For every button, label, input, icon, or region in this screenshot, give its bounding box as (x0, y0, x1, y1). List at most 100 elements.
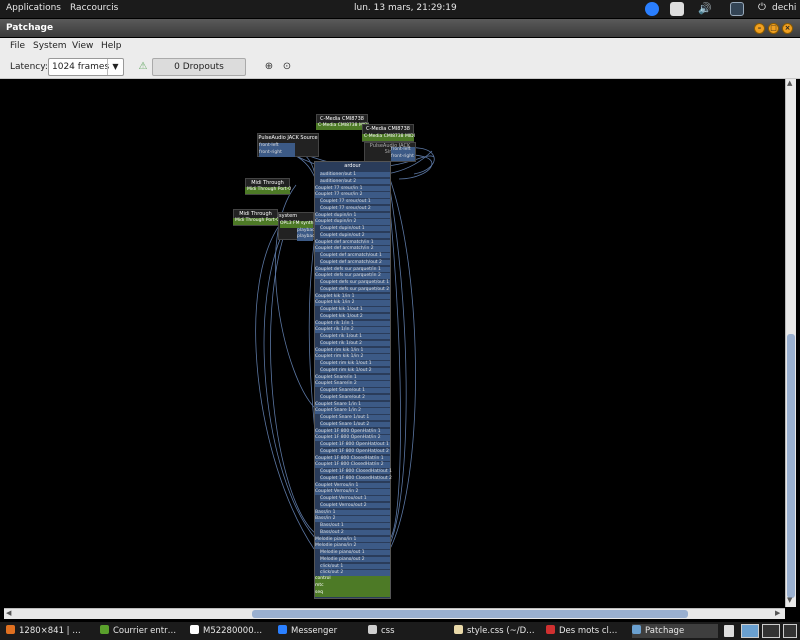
ardour-port[interactable]: Couplet 1F 800 ClosedHat/in 2 (315, 461, 390, 468)
ardour-port[interactable]: Couplet def arcmatch/in 1 (315, 238, 390, 245)
scroll-right-icon[interactable]: ▶ (775, 609, 780, 617)
ardour-port[interactable]: Couplet Snare/in 1 (315, 373, 390, 380)
port-front-left[interactable]: front-left (391, 147, 415, 154)
midi-port[interactable]: C-Media CMI8738 MIDI (362, 134, 415, 141)
port-front-left[interactable]: front-left (259, 143, 295, 150)
ardour-midi-port[interactable]: seq (315, 590, 390, 597)
taskbar-item[interactable]: css (368, 624, 448, 638)
ardour-port[interactable]: Couplet Snare 1/in 2 (315, 407, 390, 414)
ardour-port[interactable]: Couplet def arcmatch/out 1 (320, 252, 390, 259)
ardour-port[interactable]: Couplet rim kik 1/out 1 (320, 360, 390, 367)
clear-dropouts-icon[interactable]: ⚠ (136, 60, 150, 74)
minimize-button[interactable]: – (754, 23, 765, 34)
ardour-port[interactable]: click/out 2 (320, 569, 390, 576)
ardour-port[interactable]: Couplet Verrou/in 2 (315, 488, 390, 495)
playback-2-port[interactable]: playback_2 (297, 234, 322, 241)
maximize-button[interactable]: □ (768, 23, 779, 34)
ardour-port[interactable]: Couplet rik 1/out 1 (320, 333, 390, 340)
ardour-port[interactable]: Couplet kik 1/in 2 (315, 299, 390, 306)
taskbar-item[interactable]: Messenger (278, 624, 362, 638)
ardour-port[interactable]: Couplet kik 1/out 1 (320, 306, 390, 313)
ardour-port[interactable]: Couplet 77 sreur/in 1 (315, 184, 390, 191)
ardour-port[interactable]: Couplet 77 sreur/out 2 (320, 204, 390, 211)
pulseaudio-source-node[interactable]: PulseAudio JACK Source front-left front-… (257, 133, 319, 157)
zoom-in-icon[interactable]: ⊕ (262, 60, 276, 74)
user-name[interactable]: dechi (772, 3, 796, 13)
workspace-3[interactable] (783, 624, 797, 638)
ardour-port[interactable]: Couplet Snare 1/out 1 (320, 414, 390, 421)
close-button[interactable]: × (782, 23, 793, 34)
ardour-port[interactable]: Couplet defs sur parquet/in 2 (315, 272, 390, 279)
power-icon[interactable]: ⏻ (758, 2, 766, 13)
vertical-scrollbar[interactable]: ▲ ▼ (785, 79, 796, 607)
ardour-port[interactable]: Couplet defs sur parquet/in 1 (315, 265, 390, 272)
ardour-port[interactable]: Couplet def arcmatch/out 2 (320, 258, 390, 265)
ardour-port[interactable]: click/out 1 (320, 562, 390, 569)
ardour-port[interactable]: Couplet Verrou/out 2 (320, 501, 390, 508)
ardour-port[interactable]: Couplet dupin/out 1 (320, 225, 390, 232)
opl3-port[interactable]: OPL3 FM synth (280, 221, 313, 228)
pulseaudio-sink-node[interactable]: PulseAudio JACK Sink front-left front-ri… (364, 142, 416, 162)
ardour-port[interactable]: Couplet Snare 1/in 1 (315, 400, 390, 407)
ardour-port[interactable]: Couplet rik 1/in 1 (315, 319, 390, 326)
ardour-port[interactable]: Couplet Verrou/out 1 (320, 495, 390, 502)
ardour-port[interactable]: Couplet Snare/out 1 (320, 387, 390, 394)
ardour-port[interactable]: Couplet 77 sreur/out 1 (320, 198, 390, 205)
ardour-port[interactable]: Melodie piano/in 1 (315, 535, 390, 542)
vertical-scroll-thumb[interactable] (787, 334, 795, 598)
ardour-port[interactable]: Bass/in 2 (315, 515, 390, 522)
zoom-normal-icon[interactable]: ⊙ (280, 60, 294, 74)
raccourcis-menu[interactable]: Raccourcis (70, 3, 118, 13)
ardour-port[interactable]: Melodie piano/in 2 (315, 542, 390, 549)
ardour-node[interactable]: ardour auditioner/out 1 auditioner/out 2C… (314, 161, 392, 599)
window-titlebar[interactable]: Patchage – □ × (0, 19, 800, 37)
workspace-2[interactable] (762, 624, 780, 638)
ardour-port[interactable]: Couplet 77 sreur/in 2 (315, 191, 390, 198)
ardour-port[interactable]: Couplet rim kik 1/out 2 (320, 366, 390, 373)
messenger-icon[interactable] (645, 2, 659, 16)
ardour-port[interactable]: auditioner/out 2 (320, 177, 390, 184)
midi-port[interactable]: C-Media CMI8738 MIDI (316, 123, 369, 130)
notification-icon[interactable] (670, 2, 684, 16)
taskbar-item[interactable]: M52280000… (190, 624, 272, 638)
ardour-port[interactable]: Couplet rik 1/out 2 (320, 339, 390, 346)
ardour-port[interactable]: Couplet 1F 800 ClosedHat/out 1 (320, 468, 392, 475)
system-small-node[interactable]: system OPL3 FM synth playback_1 playback… (278, 212, 322, 241)
scroll-down-icon[interactable]: ▼ (787, 596, 792, 604)
latency-select[interactable]: 1024 frames ▼ (48, 58, 124, 76)
clock[interactable]: lun. 13 mars, 21:29:19 (354, 3, 457, 13)
ardour-port[interactable]: Couplet dupin/out 2 (320, 231, 390, 238)
taskbar-item[interactable]: Patchage (632, 624, 718, 638)
patch-canvas[interactable]: C-Media CMI8738 C-Media CMI8738 MIDI C-M… (4, 79, 785, 607)
midi-port[interactable]: Midi Through Port-0 (233, 218, 279, 225)
ardour-port[interactable]: Couplet 1F 800 ClosedHat/in 1 (315, 454, 390, 461)
ardour-port[interactable]: Couplet 1F 800 OpenHat/out 2 (320, 447, 390, 454)
menu-system[interactable]: System (33, 41, 67, 51)
workspace-1[interactable] (741, 624, 759, 638)
port-front-right[interactable]: front-right (391, 154, 415, 161)
ardour-port[interactable]: auditioner/out 1 (320, 171, 390, 178)
midi-port[interactable]: Midi Through Port-0 (245, 187, 291, 194)
horizontal-scroll-thumb[interactable] (252, 610, 688, 618)
ardour-port[interactable]: Couplet 1F 800 OpenHat/out 1 (320, 441, 390, 448)
ardour-port[interactable]: Couplet rim kik 1/in 2 (315, 353, 390, 360)
ardour-port[interactable]: Couplet 1F 800 ClosedHat/out 2 (320, 474, 392, 481)
ardour-port[interactable]: Couplet kik 1/out 2 (320, 312, 390, 319)
network-icon[interactable] (730, 2, 744, 16)
ardour-port[interactable]: Couplet 1F 800 OpenHat/in 2 (315, 434, 390, 441)
trash-icon[interactable] (724, 625, 734, 637)
horizontal-scrollbar[interactable]: ◀ ▶ (4, 608, 785, 619)
ardour-port[interactable]: Couplet rim kik 1/in 1 (315, 346, 390, 353)
ardour-port[interactable]: Couplet Verrou/in 1 (315, 481, 390, 488)
taskbar-item[interactable]: Courrier entr… (100, 624, 184, 638)
ardour-port[interactable]: Couplet def arcmatch/in 2 (315, 245, 390, 252)
menu-file[interactable]: File (10, 41, 25, 51)
menu-view[interactable]: View (72, 41, 93, 51)
volume-icon[interactable]: 🔊 (698, 2, 712, 16)
ardour-port[interactable]: Couplet rik 1/in 2 (315, 326, 390, 333)
ardour-port[interactable]: Melodie piano/out 1 (320, 549, 390, 556)
ardour-port[interactable]: Couplet defs sur parquet/out 1 (320, 279, 390, 286)
ardour-port[interactable]: Bass/out 2 (320, 528, 390, 535)
ardour-midi-port[interactable]: mtc (315, 583, 390, 590)
ardour-port[interactable]: Couplet dupin/in 1 (315, 211, 390, 218)
